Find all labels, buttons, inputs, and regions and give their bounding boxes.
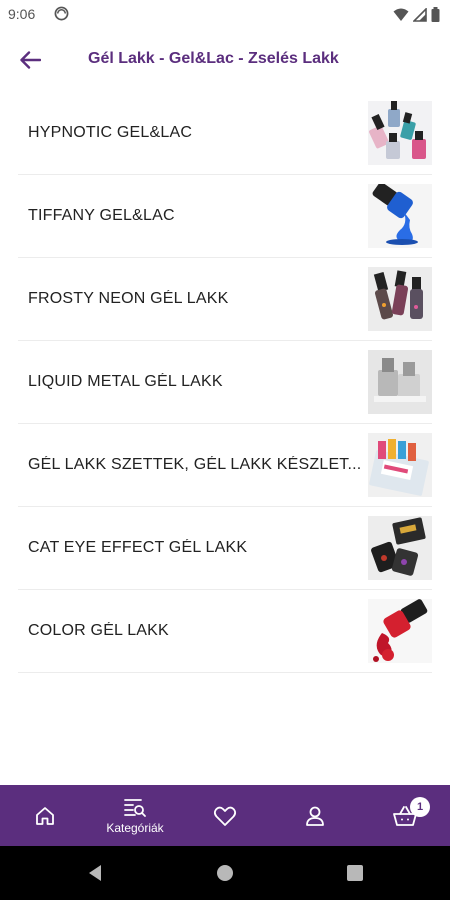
blue-polish-splash-image xyxy=(368,184,432,248)
nail-polish-bottles-image xyxy=(368,101,432,165)
list-item[interactable]: CAT EYE EFFECT GÉL LAKK xyxy=(18,507,432,590)
category-label: COLOR GÉL LAKK xyxy=(28,622,169,639)
nav-favorites[interactable] xyxy=(180,785,270,846)
metal-polish-bottles-image xyxy=(368,350,432,414)
system-navigation-bar xyxy=(0,846,450,900)
category-label: TIFFANY GEL&LAC xyxy=(28,207,175,224)
cart-count-badge: 1 xyxy=(410,797,430,817)
category-thumbnail xyxy=(368,184,432,248)
list-item[interactable]: COLOR GÉL LAKK xyxy=(18,590,432,673)
category-thumbnail xyxy=(368,433,432,497)
list-item[interactable]: FROSTY NEON GÉL LAKK xyxy=(18,258,432,341)
cat-eye-polish-image xyxy=(368,516,432,580)
list-item[interactable]: GÉL LAKK SZETTEK, GÉL LAKK KÉSZLET... xyxy=(18,424,432,507)
wifi-icon xyxy=(393,8,409,21)
status-time: 9:06 xyxy=(8,6,36,22)
category-thumbnail xyxy=(368,101,432,165)
category-label: FROSTY NEON GÉL LAKK xyxy=(28,290,229,307)
categories-icon xyxy=(124,798,146,817)
system-recents-icon[interactable] xyxy=(346,864,364,882)
neon-polish-bottles-image xyxy=(368,267,432,331)
category-thumbnail xyxy=(368,516,432,580)
list-item[interactable]: TIFFANY GEL&LAC xyxy=(18,175,432,258)
category-thumbnail xyxy=(368,267,432,331)
category-thumbnail xyxy=(368,599,432,663)
system-home-icon[interactable] xyxy=(216,864,234,882)
red-polish-splash-image xyxy=(368,599,432,663)
category-label: GÉL LAKK SZETTEK, GÉL LAKK KÉSZLET... xyxy=(28,456,362,473)
category-label: HYPNOTIC GEL&LAC xyxy=(28,124,193,141)
category-label: CAT EYE EFFECT GÉL LAKK xyxy=(28,539,248,556)
bottom-navigation: Kategóriák 1 xyxy=(0,785,450,846)
user-icon xyxy=(306,806,324,826)
list-item[interactable]: HYPNOTIC GEL&LAC xyxy=(18,92,432,175)
status-icons xyxy=(393,7,440,22)
nav-home[interactable] xyxy=(0,785,90,846)
gel-polish-set-image xyxy=(368,433,432,497)
category-thumbnail xyxy=(368,350,432,414)
nav-cart[interactable]: 1 xyxy=(360,785,450,846)
nav-profile[interactable] xyxy=(270,785,360,846)
app-bar: Gél Lakk - Gel&Lac - Zselés Lakk xyxy=(0,30,450,90)
heart-icon xyxy=(213,806,237,826)
back-button[interactable] xyxy=(14,46,46,74)
category-list: HYPNOTIC GEL&LAC TIFFANY GEL&LAC FROSTY … xyxy=(18,92,432,673)
signal-icon xyxy=(413,7,427,22)
status-bar: 9:06 xyxy=(0,0,450,30)
system-back-icon[interactable] xyxy=(86,864,104,882)
category-label: LIQUID METAL GÉL LAKK xyxy=(28,373,223,390)
home-icon xyxy=(36,806,54,825)
battery-icon xyxy=(431,7,440,22)
arrow-left-icon xyxy=(20,51,41,69)
nav-categories-label: Kategóriák xyxy=(106,820,164,835)
nav-categories[interactable]: Kategóriák xyxy=(90,785,180,846)
list-item[interactable]: LIQUID METAL GÉL LAKK xyxy=(18,341,432,424)
page-title: Gél Lakk - Gel&Lac - Zselés Lakk xyxy=(88,50,339,67)
do-not-disturb-icon xyxy=(54,6,69,21)
